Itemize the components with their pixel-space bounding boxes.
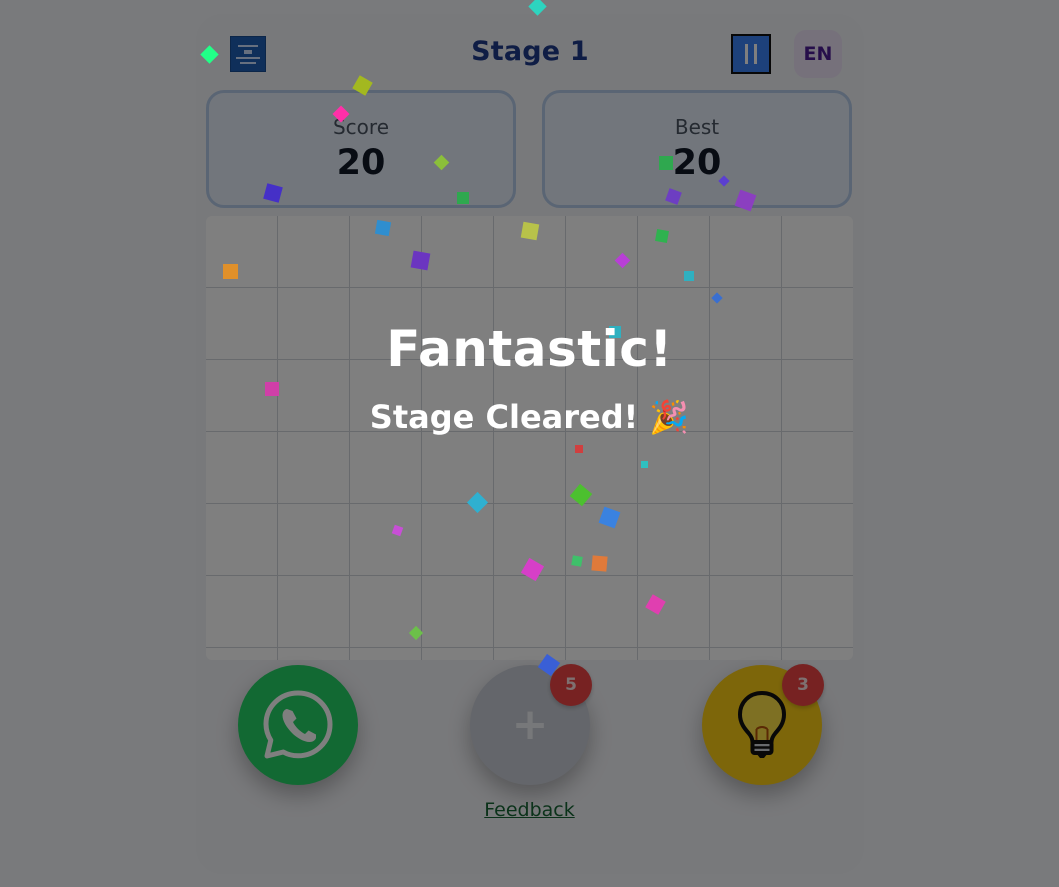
overlay-title: Fantastic! (386, 320, 673, 378)
overlay-subtitle: Stage Cleared! 🎉 (369, 398, 690, 436)
stage-clear-overlay[interactable] (0, 0, 1059, 887)
